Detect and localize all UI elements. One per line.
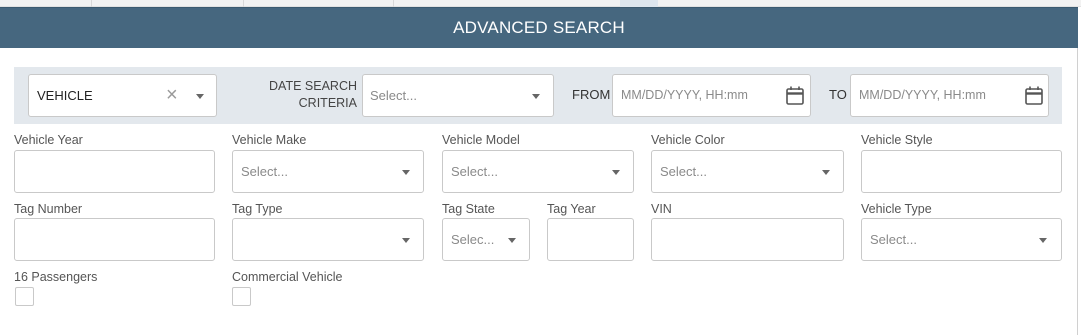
chevron-down-icon[interactable] [612,170,620,175]
select-placeholder: Select... [870,232,917,247]
vehicle-make-label: Vehicle Make [232,133,307,147]
tag-number-input[interactable] [14,218,215,261]
top-tab-strip [0,0,1081,7]
panel-border [1077,48,1078,335]
search-type-value: VEHICLE [37,88,93,103]
tag-year-label: Tag Year [547,202,596,216]
select-placeholder: Select... [451,164,498,179]
date-search-criteria-label: DATE SEARCH CRITERIA [250,78,357,112]
tag-year-input[interactable] [547,218,634,261]
passengers16-label: 16 Passengers [14,270,98,284]
calendar-icon[interactable] [786,86,804,105]
date-search-criteria-select[interactable]: Select... [362,74,554,117]
vehicle-model-label: Vehicle Model [442,133,520,147]
label-line: DATE SEARCH [269,79,357,93]
vehicle-type-label: Vehicle Type [861,202,932,216]
select-placeholder: Select... [660,164,707,179]
commercial-vehicle-checkbox[interactable] [232,287,251,306]
chevron-down-icon[interactable] [508,238,516,243]
chevron-down-icon[interactable] [1039,238,1047,243]
chevron-down-icon[interactable] [402,238,410,243]
close-icon[interactable]: × [166,85,178,105]
from-date-input[interactable]: MM/DD/YYYY, HH:mm [612,74,811,117]
vehicle-type-select[interactable]: Select... [861,218,1062,261]
tag-state-select[interactable]: Selec... [442,218,530,261]
tag-state-label: Tag State [442,202,495,216]
date-placeholder: MM/DD/YYYY, HH:mm [621,88,748,102]
tab-separator [92,0,244,7]
label-line: CRITERIA [298,96,357,110]
vehicle-model-select[interactable]: Select... [442,150,634,193]
tag-type-label: Tag Type [232,202,283,216]
vehicle-color-select[interactable]: Select... [651,150,844,193]
dialog-title: ADVANCED SEARCH [453,18,625,37]
tag-type-select[interactable] [232,218,424,261]
to-label: TO [829,87,847,102]
passengers16-checkbox[interactable] [15,287,34,306]
vehicle-make-select[interactable]: Select... [232,150,424,193]
vin-label: VIN [651,202,672,216]
tag-number-label: Tag Number [14,202,83,216]
search-type-select[interactable]: VEHICLE × [28,74,217,117]
vehicle-style-input[interactable] [861,150,1062,193]
chevron-down-icon[interactable] [822,170,830,175]
date-placeholder: MM/DD/YYYY, HH:mm [859,88,986,102]
vehicle-year-input[interactable] [14,150,215,193]
calendar-icon[interactable] [1025,86,1043,105]
dialog-header: ADVANCED SEARCH [0,7,1078,48]
select-placeholder: Select... [370,88,417,103]
select-placeholder: Select... [241,164,288,179]
tab-separator [244,0,394,7]
vehicle-color-label: Vehicle Color [651,133,725,147]
chevron-down-icon[interactable] [532,94,540,99]
active-tab-indicator [620,0,658,7]
select-placeholder: Selec... [451,232,495,247]
to-date-input[interactable]: MM/DD/YYYY, HH:mm [850,74,1049,117]
chevron-down-icon[interactable] [402,170,410,175]
vehicle-style-label: Vehicle Style [861,133,933,147]
commercial-vehicle-label: Commercial Vehicle [232,270,343,284]
tab-separator [0,0,92,7]
chevron-down-icon[interactable] [196,94,204,99]
from-label: FROM [572,87,611,102]
vehicle-year-label: Vehicle Year [14,133,83,147]
vin-input[interactable] [651,218,844,261]
